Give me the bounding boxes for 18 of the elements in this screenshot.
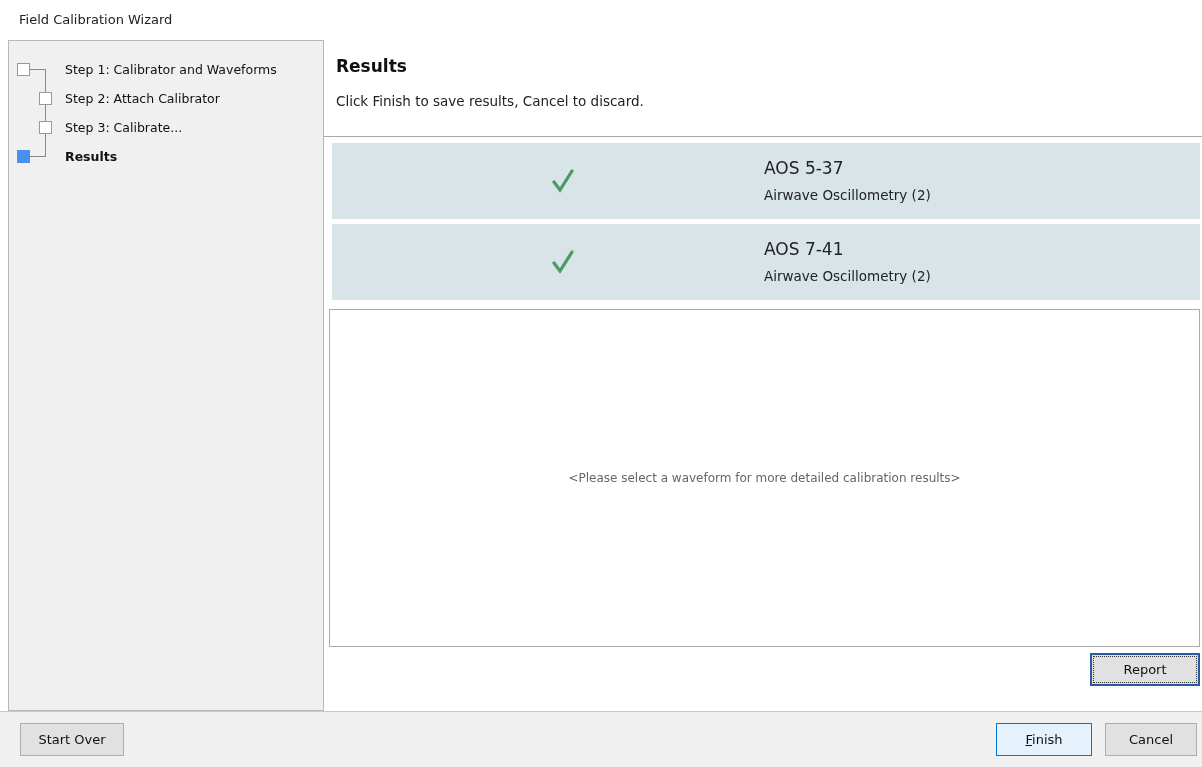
waveform-name: AOS 5-37 <box>764 158 845 179</box>
waveform-type: Airwave Oscillometry (2) <box>764 187 932 204</box>
step-label[interactable]: Step 3: Calibrate... <box>65 119 183 135</box>
step-label[interactable]: Results <box>65 148 118 164</box>
start-over-button[interactable]: Start Over <box>20 723 124 757</box>
instruction-text: Click Finish to save results, Cancel to discard. <box>336 92 645 109</box>
waveform-type: Airwave Oscillometry (2) <box>764 268 932 285</box>
step-label[interactable]: Step 1: Calibrator and Waveforms <box>65 61 277 77</box>
window-title: Field Calibration Wizard <box>18 11 174 30</box>
result-row[interactable]: AOS 5-37 Airwave Oscillometry (2) <box>332 142 1200 219</box>
result-row[interactable]: AOS 7-41 Airwave Oscillometry (2) <box>332 223 1200 300</box>
page-heading: Results <box>336 55 408 76</box>
finish-button[interactable]: Finish <box>996 723 1092 757</box>
waveform-name: AOS 7-41 <box>764 239 845 260</box>
report-button[interactable]: Report <box>1090 652 1200 686</box>
cancel-button[interactable]: Cancel <box>1105 723 1197 757</box>
step-label[interactable]: Step 2: Attach Calibrator <box>65 90 220 106</box>
details-field[interactable]: <Please select a waveform for more detailed calibration results> <box>329 308 1200 647</box>
